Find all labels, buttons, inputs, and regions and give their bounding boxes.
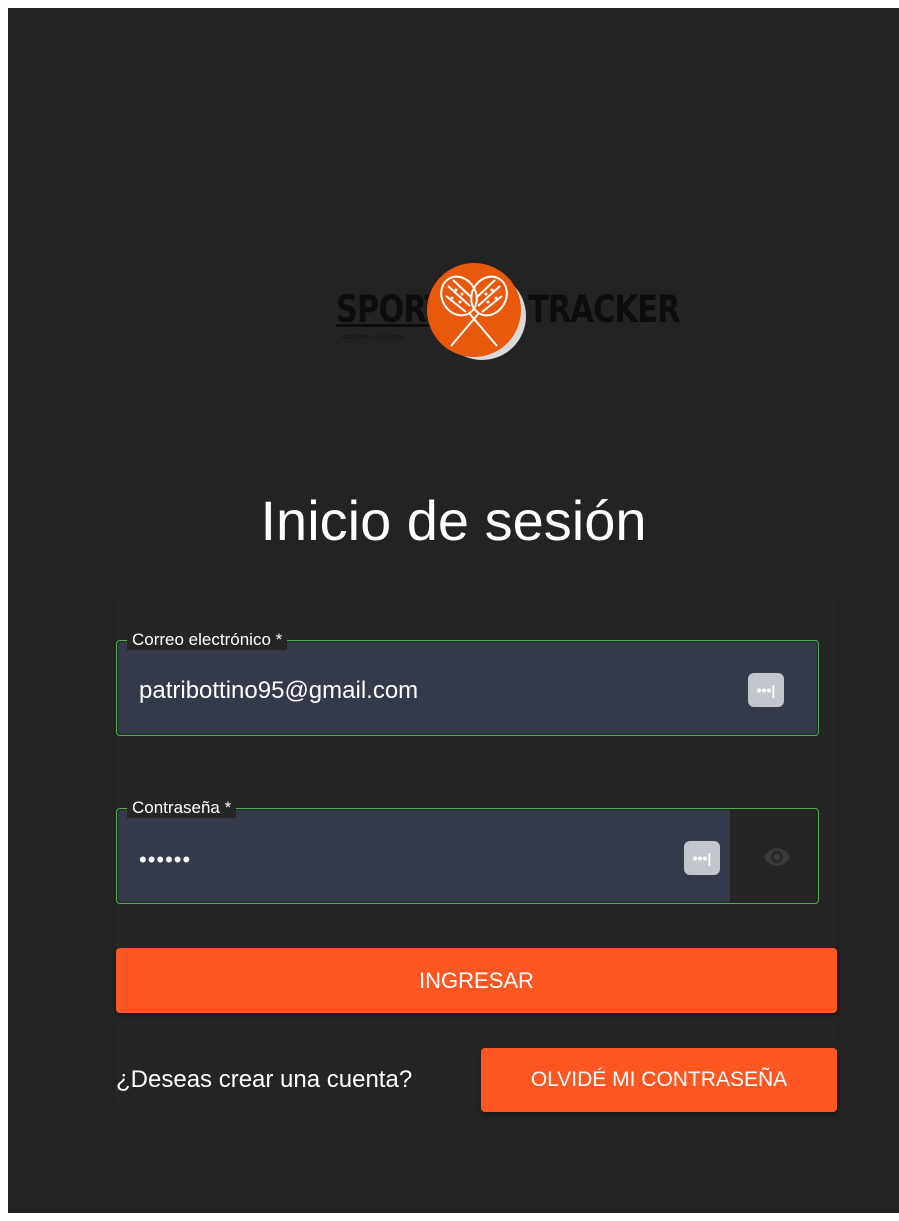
sport-tracker-logo: SPORT REGISTRA TUS LOGROS TRACKER bbox=[330, 258, 680, 368]
logo-word-tracker: TRACKER bbox=[528, 288, 680, 331]
password-field-value[interactable]: •••••• bbox=[139, 847, 191, 873]
email-field-label: Correo electrónico * bbox=[127, 630, 288, 650]
logo-tagline: REGISTRA TUS LOGROS bbox=[342, 335, 406, 341]
forgot-password-button[interactable]: OLVIDÉ MI CONTRASEÑA bbox=[481, 1048, 837, 1112]
eye-icon[interactable] bbox=[760, 843, 794, 871]
padel-rackets-icon bbox=[427, 263, 526, 360]
password-field-label: Contraseña * bbox=[127, 798, 237, 818]
password-autofill-icon[interactable]: •••| bbox=[684, 841, 720, 875]
password-field[interactable]: Contraseña * •••••• •••| bbox=[116, 798, 819, 904]
login-submit-button[interactable]: INGRESAR bbox=[116, 948, 837, 1013]
email-field-value[interactable]: patribottino95@gmail.com bbox=[139, 677, 418, 705]
password-field-fill bbox=[118, 810, 730, 902]
password-autofill-icon[interactable]: •••| bbox=[748, 673, 784, 707]
login-footer: ¿Deseas crear una cuenta? OLVIDÉ MI CONT… bbox=[116, 1048, 837, 1112]
page-title: Inicio de sesión bbox=[260, 489, 647, 552]
login-form: Correo electrónico * patribottino95@gmai… bbox=[116, 598, 837, 1112]
email-field[interactable]: Correo electrónico * patribottino95@gmai… bbox=[116, 630, 819, 736]
create-account-link[interactable]: ¿Deseas crear una cuenta? bbox=[116, 1066, 412, 1094]
login-screen: SPORT REGISTRA TUS LOGROS TRACKER Inicio… bbox=[8, 8, 899, 1213]
